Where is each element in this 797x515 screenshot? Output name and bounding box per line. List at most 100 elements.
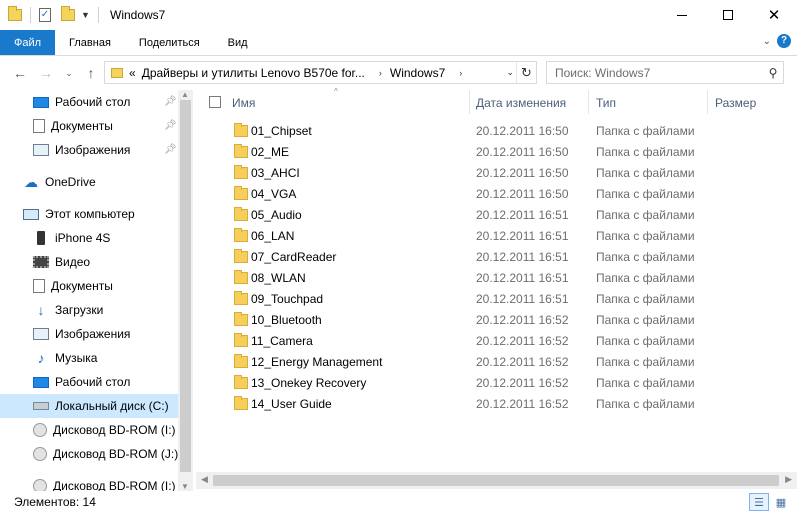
folder-icon xyxy=(111,67,123,78)
table-row[interactable]: 14_User Guide 20.12.2011 16:52 Папка с ф… xyxy=(196,394,786,415)
column-divider[interactable] xyxy=(707,90,708,114)
tab-view[interactable]: Вид xyxy=(214,30,262,55)
nav-item-pictures[interactable]: Изображения xyxy=(0,138,178,162)
table-row[interactable]: 05_Audio 20.12.2011 16:51 Папка с файлам… xyxy=(196,205,786,226)
column-header-date[interactable]: Дата изменения xyxy=(476,96,566,110)
chevron-right-icon[interactable]: › xyxy=(379,68,382,78)
pin-icon[interactable]: 📌︎ xyxy=(164,144,177,155)
nav-item-desktop-pc[interactable]: Рабочий стол xyxy=(0,370,178,394)
close-button[interactable]: ✕ xyxy=(751,0,797,30)
customize-toolbar-icon[interactable]: ▼ xyxy=(81,10,90,20)
folder-icon xyxy=(234,144,248,158)
table-row[interactable]: 04_VGA 20.12.2011 16:50 Папка с файлами xyxy=(196,184,786,205)
nav-item-onedrive[interactable]: ☁ OneDrive xyxy=(0,170,178,194)
tab-file[interactable]: Файл xyxy=(0,30,56,55)
table-row[interactable]: 06_LAN 20.12.2011 16:51 Папка с файлами xyxy=(196,226,786,247)
scroll-left-icon[interactable]: ◀ xyxy=(201,474,208,485)
chevron-down-icon[interactable]: ⌄ xyxy=(506,67,514,78)
nav-item-label: Рабочий стол xyxy=(55,375,131,389)
column-header-size[interactable]: Размер xyxy=(715,96,756,110)
properties-icon[interactable]: ✓ xyxy=(39,8,51,22)
new-folder-icon[interactable] xyxy=(61,6,75,21)
nav-item-label: Дисковод BD-ROM (J:) xyxy=(53,447,178,461)
file-type: Папка с файлами xyxy=(596,397,695,411)
nav-item-this-pc[interactable]: Этот компьютер xyxy=(0,202,178,226)
scrollbar-thumb[interactable] xyxy=(213,475,779,486)
refresh-icon[interactable]: ↻ xyxy=(516,62,536,83)
expand-ribbon-icon[interactable]: ⌄ xyxy=(763,36,771,47)
file-type: Папка с файлами xyxy=(596,271,695,285)
large-icons-view-button[interactable]: ▦ xyxy=(771,493,791,511)
table-row[interactable]: 10_Bluetooth 20.12.2011 16:52 Папка с фа… xyxy=(196,310,786,331)
nav-item-bd-rom-i-li[interactable]: Дисковод BD-ROM (I:) Li xyxy=(0,474,178,491)
address-bar[interactable]: « Драйверы и утилиты Lenovo B570e for...… xyxy=(104,61,537,84)
close-icon: ✕ xyxy=(767,7,781,24)
table-row[interactable]: 03_AHCI 20.12.2011 16:50 Папка с файлами xyxy=(196,163,786,184)
nav-scrollbar[interactable]: ▲ ▼ xyxy=(178,90,193,491)
select-all-checkbox[interactable] xyxy=(209,96,221,108)
nav-item-documents[interactable]: Документы xyxy=(0,114,178,138)
table-row[interactable]: 01_Chipset 20.12.2011 16:50 Папка с файл… xyxy=(196,121,786,142)
file-type: Папка с файлами xyxy=(596,166,695,180)
pictures-icon xyxy=(33,328,49,340)
column-divider[interactable] xyxy=(469,90,470,114)
scrollbar-thumb[interactable] xyxy=(180,100,191,472)
nav-item-local-disk-c[interactable]: Локальный диск (C:) xyxy=(0,394,178,418)
scroll-down-icon[interactable]: ▼ xyxy=(181,482,189,491)
search-input[interactable]: Поиск: Windows7 xyxy=(547,66,763,80)
up-button[interactable]: ↑ xyxy=(80,61,102,85)
folder-icon xyxy=(234,312,248,326)
nav-item-documents-pc[interactable]: Документы xyxy=(0,274,178,298)
folder-icon[interactable] xyxy=(8,6,22,21)
tab-home[interactable]: Главная xyxy=(55,30,125,55)
scroll-right-icon[interactable]: ▶ xyxy=(785,474,792,485)
recent-locations-button[interactable]: ⌄ xyxy=(58,61,80,85)
breadcrumb-overflow[interactable]: « xyxy=(129,66,136,80)
maximize-button[interactable] xyxy=(705,0,751,30)
file-name: 04_VGA xyxy=(251,187,297,201)
table-row[interactable]: 09_Touchpad 20.12.2011 16:51 Папка с фай… xyxy=(196,289,786,310)
minimize-button[interactable] xyxy=(659,0,705,30)
nav-item-bd-rom-i[interactable]: Дисковод BD-ROM (I:) xyxy=(0,418,178,442)
column-divider[interactable] xyxy=(588,90,589,114)
address-row: ← → ⌄ ↑ « Драйверы и утилиты Lenovo B570… xyxy=(0,56,797,90)
details-view-button[interactable]: ☰ xyxy=(749,493,769,511)
nav-item-downloads[interactable]: ↓ Загрузки xyxy=(0,298,178,322)
back-button[interactable]: ← xyxy=(9,61,31,85)
breadcrumb-item[interactable]: Windows7 xyxy=(390,66,445,80)
table-row[interactable]: 13_Onekey Recovery 20.12.2011 16:52 Папк… xyxy=(196,373,786,394)
horizontal-scrollbar[interactable]: ◀ ▶ xyxy=(196,472,797,489)
nav-item-iphone[interactable]: iPhone 4S xyxy=(0,226,178,250)
table-row[interactable]: 02_ME 20.12.2011 16:50 Папка с файлами xyxy=(196,142,786,163)
table-row[interactable]: 07_CardReader 20.12.2011 16:51 Папка с ф… xyxy=(196,247,786,268)
table-row[interactable]: 11_Camera 20.12.2011 16:52 Папка с файла… xyxy=(196,331,786,352)
tab-share[interactable]: Поделиться xyxy=(125,30,214,55)
nav-item-videos[interactable]: Видео xyxy=(0,250,178,274)
table-row[interactable]: 12_Energy Management 20.12.2011 16:52 Па… xyxy=(196,352,786,373)
pin-icon[interactable]: 📌︎ xyxy=(164,120,177,131)
nav-item-desktop[interactable]: Рабочий стол xyxy=(0,90,178,114)
folder-icon xyxy=(234,354,248,368)
forward-button[interactable]: → xyxy=(35,61,57,85)
search-box[interactable]: Поиск: Windows7 ⚲ xyxy=(546,61,784,84)
file-date: 20.12.2011 16:50 xyxy=(476,166,569,180)
nav-item-pictures-pc[interactable]: Изображения xyxy=(0,322,178,346)
documents-icon xyxy=(33,279,45,293)
scroll-up-icon[interactable]: ▲ xyxy=(181,90,189,99)
search-icon[interactable]: ⚲ xyxy=(763,66,783,80)
column-header-name[interactable]: Имя xyxy=(232,96,255,110)
file-type: Папка с файлами xyxy=(596,313,695,327)
column-header-type[interactable]: Тип xyxy=(596,96,616,110)
nav-item-label: OneDrive xyxy=(45,175,96,189)
pin-icon[interactable]: 📌︎ xyxy=(164,96,177,107)
computer-icon xyxy=(23,208,39,220)
breadcrumb-item[interactable]: Драйверы и утилиты Lenovo B570e for... xyxy=(142,66,365,80)
nav-item-music[interactable]: ♪ Музыка xyxy=(0,346,178,370)
arrow-left-icon: ← xyxy=(13,65,27,81)
toolbar-divider xyxy=(30,7,31,23)
table-row[interactable]: 08_WLAN 20.12.2011 16:51 Папка с файлами xyxy=(196,268,786,289)
chevron-right-icon[interactable]: › xyxy=(459,68,462,78)
help-icon[interactable]: ? xyxy=(777,34,791,48)
nav-item-bd-rom-j[interactable]: Дисковод BD-ROM (J:) xyxy=(0,442,178,466)
nav-item-label: Документы xyxy=(51,279,113,293)
